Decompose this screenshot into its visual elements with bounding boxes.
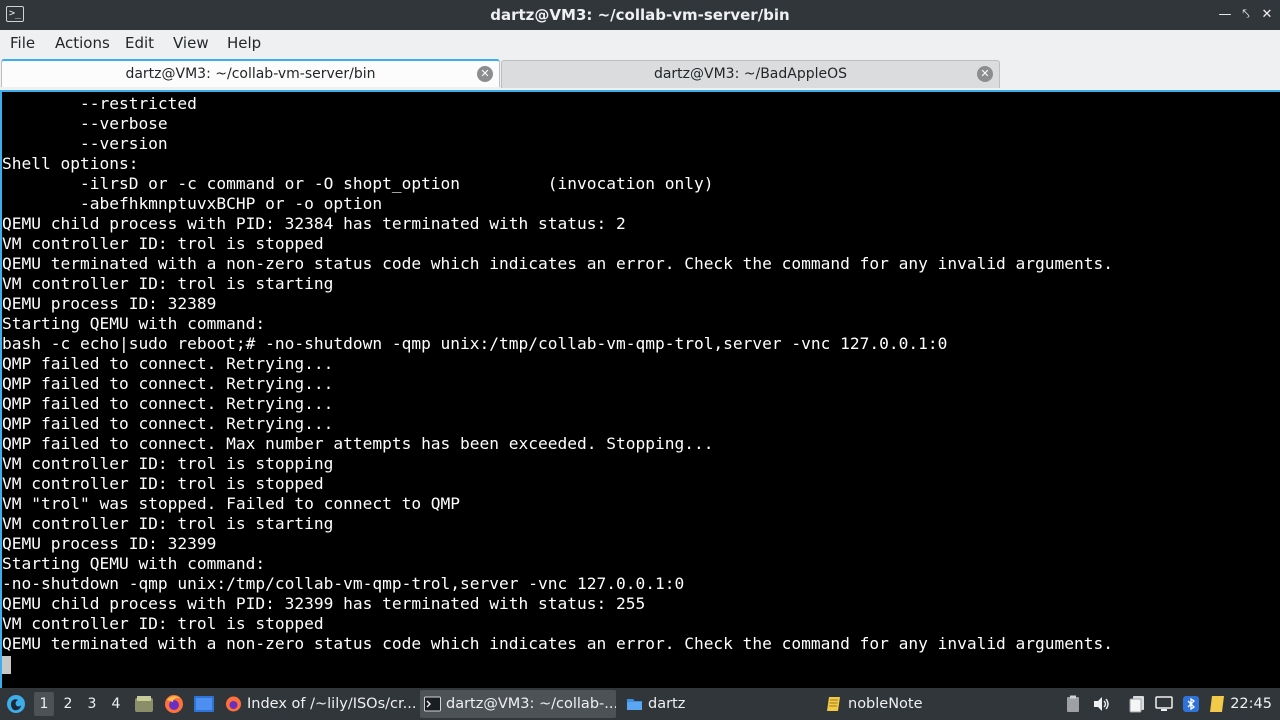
terminal-line: QMP failed to connect. Retrying...: [2, 354, 334, 373]
terminal-line: QEMU child process with PID: 32384 has t…: [2, 214, 626, 233]
clipboard-icon[interactable]: [1064, 695, 1082, 713]
menu-help[interactable]: Help: [227, 30, 261, 59]
application-menu-icon[interactable]: [6, 694, 26, 714]
terminal-line: Starting QEMU with command:: [2, 314, 266, 333]
taskbar: 1 2 3 4 Index of /~lily/ISOs/cr... dartz…: [0, 688, 1280, 720]
task-label: nobleNote: [848, 696, 923, 712]
terminal-line: --version: [2, 134, 168, 153]
terminal-line: QEMU child process with PID: 32399 has t…: [2, 594, 646, 613]
minimize-button[interactable]: —: [1216, 5, 1234, 25]
terminal-line: QMP failed to connect. Retrying...: [2, 394, 334, 413]
terminal-prompt-line[interactable]: [2, 654, 1113, 674]
desktop-2[interactable]: 2: [58, 692, 78, 716]
show-desktop-icon[interactable]: [193, 695, 215, 713]
terminal-icon: [424, 696, 441, 712]
terminal-line: QEMU terminated with a non-zero status c…: [2, 634, 1114, 653]
close-tab-icon[interactable]: ✕: [477, 66, 493, 82]
terminal-line: VM controller ID: trol is stopping: [2, 454, 334, 473]
terminal-cursor: [2, 655, 11, 674]
terminal-line: -abefhkmnptuvxBCHP or -o option: [2, 194, 383, 213]
task-noblenote[interactable]: nobleNote: [822, 690, 1018, 718]
terminal-line: -ilrsD or -c command or -O shopt_option …: [2, 174, 714, 193]
clock[interactable]: 22:45: [1230, 688, 1272, 720]
terminal-line: QEMU process ID: 32389: [2, 294, 217, 313]
terminal-line: Starting QEMU with command:: [2, 554, 266, 573]
firefox-launcher-icon[interactable]: [164, 694, 184, 714]
bluetooth-icon[interactable]: [1182, 695, 1200, 713]
terminal-line: VM controller ID: trol is stopped: [2, 474, 324, 493]
tab-badappleos[interactable]: dartz@VM3: ~/BadAppleOS ✕: [501, 60, 1000, 88]
menu-file[interactable]: File: [10, 30, 35, 59]
tab-bar: dartz@VM3: ~/collab-vm-server/bin ✕ dart…: [0, 59, 1280, 90]
restore-button[interactable]: ⤣: [1237, 5, 1255, 25]
terminal-line: QEMU process ID: 32399: [2, 534, 217, 553]
terminal-line: --verbose: [2, 114, 168, 133]
task-file-manager[interactable]: dartz: [622, 690, 818, 718]
notes-icon[interactable]: [1208, 695, 1226, 713]
firefox-icon: [226, 696, 241, 712]
terminal-line: VM controller ID: trol is stopped: [2, 234, 324, 253]
desktop-1[interactable]: 1: [34, 692, 54, 716]
file-manager-launcher-icon[interactable]: [134, 695, 154, 713]
network-icon[interactable]: [1155, 695, 1173, 713]
terminal-output[interactable]: --restricted --verbose --version Shell o…: [0, 90, 1280, 688]
note-icon: [827, 697, 840, 711]
menu-actions[interactable]: Actions: [55, 30, 110, 59]
terminal-line: VM controller ID: trol is starting: [2, 514, 334, 533]
terminal-line: QMP failed to connect. Retrying...: [2, 414, 334, 433]
terminal-line: VM controller ID: trol is starting: [2, 274, 334, 293]
task-label: Index of /~lily/ISOs/cr...: [247, 696, 416, 712]
terminal-line: QMP failed to connect. Retrying...: [2, 374, 334, 393]
volume-icon[interactable]: [1092, 695, 1110, 713]
task-firefox[interactable]: Index of /~lily/ISOs/cr...: [221, 690, 416, 718]
terminal-line: VM "trol" was stopped. Failed to connect…: [2, 494, 461, 513]
tab-label: dartz@VM3: ~/BadAppleOS: [653, 66, 848, 82]
terminal-line: QEMU terminated with a non-zero status c…: [2, 254, 1114, 273]
window-title: dartz@VM3: ~/collab-vm-server/bin: [490, 6, 790, 24]
terminal-line: QMP failed to connect. Max number attemp…: [2, 434, 714, 453]
close-window-button[interactable]: ✕: [1258, 5, 1276, 25]
desktop-4[interactable]: 4: [106, 692, 126, 716]
menu-view[interactable]: View: [173, 30, 209, 59]
desktop-3[interactable]: 3: [82, 692, 102, 716]
folder-icon: [627, 699, 642, 710]
terminal-line: bash -c echo|sudo reboot;# -no-shutdown …: [2, 334, 948, 353]
close-tab-icon[interactable]: ✕: [977, 66, 993, 82]
tab-label: dartz@VM3: ~/collab-vm-server/bin: [125, 66, 376, 82]
menu-bar: File Actions Edit View Help: [0, 30, 1280, 59]
terminal-line: VM controller ID: trol is stopped: [2, 614, 324, 633]
terminal-line: --restricted: [2, 94, 197, 113]
tab-collab-vm-server[interactable]: dartz@VM3: ~/collab-vm-server/bin ✕: [1, 59, 500, 87]
task-label: dartz: [648, 696, 686, 712]
terminal-line: -no-shutdown -qmp unix:/tmp/collab-vm-qm…: [2, 574, 685, 593]
menu-edit[interactable]: Edit: [125, 30, 154, 59]
terminal-line: Shell options:: [2, 154, 139, 173]
window-titlebar: >_ dartz@VM3: ~/collab-vm-server/bin — ⤣…: [0, 0, 1280, 30]
files-icon[interactable]: [1128, 695, 1146, 713]
task-label: dartz@VM3: ~/collab-...: [446, 696, 616, 712]
task-terminal[interactable]: dartz@VM3: ~/collab-...: [420, 690, 616, 718]
terminal-lines: --restricted --verbose --version Shell o…: [2, 94, 1113, 674]
